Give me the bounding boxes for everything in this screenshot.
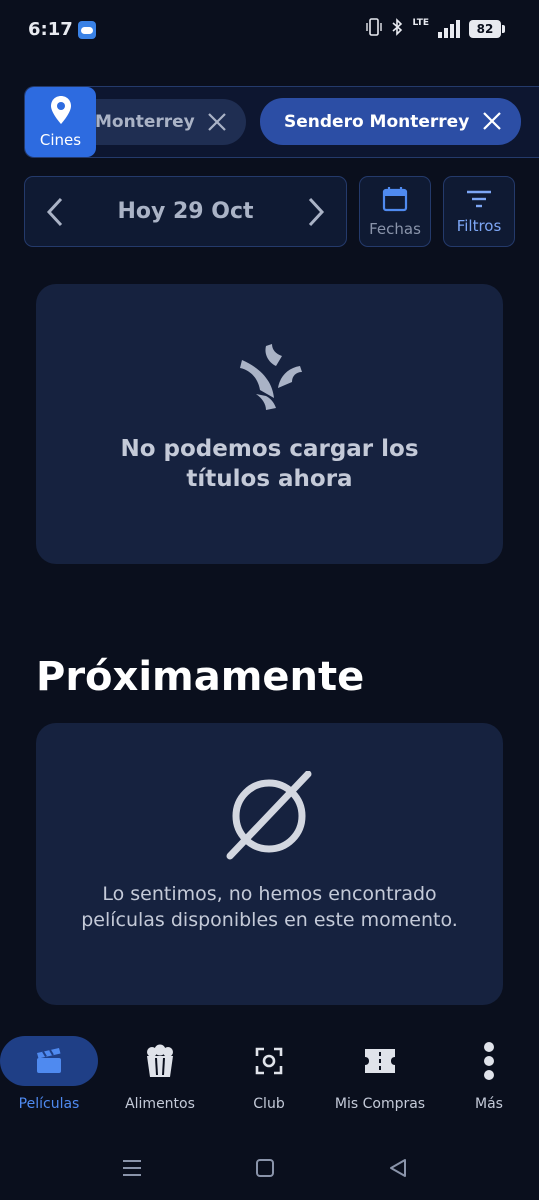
close-icon[interactable] bbox=[206, 111, 228, 133]
filters-button[interactable]: Filtros bbox=[443, 176, 515, 247]
nav-item-mas[interactable]: Más bbox=[440, 1030, 538, 1120]
nav-item-mis-compras[interactable]: Mis Compras bbox=[330, 1030, 430, 1120]
upcoming-empty-message: Lo sentimos, no hemos encontrado películ… bbox=[81, 883, 458, 931]
cinema-chip-sendero-monterrey[interactable]: Sendero Monterrey bbox=[260, 98, 521, 145]
more-vertical-icon bbox=[484, 1042, 494, 1080]
cinema-chip-label: Monterrey bbox=[95, 112, 195, 132]
signal-icon bbox=[438, 20, 460, 38]
bluetooth-icon bbox=[391, 18, 403, 40]
nav-icon-highlight bbox=[0, 1036, 98, 1086]
dates-button[interactable]: Fechas bbox=[359, 176, 431, 247]
nav-label: Mis Compras bbox=[334, 1096, 426, 1112]
nav-item-alimentos[interactable]: Alimentos bbox=[111, 1030, 209, 1120]
date-picker: Hoy 29 Oct bbox=[24, 176, 347, 247]
upcoming-section-title: Próximamente bbox=[36, 654, 365, 700]
cines-button[interactable]: Cines bbox=[25, 87, 96, 157]
titles-error-message: No podemos cargar los títulos ahora bbox=[120, 436, 419, 492]
status-bar: 6:17 LTE 82 bbox=[0, 0, 539, 60]
titles-error-card: No podemos cargar los títulos ahora bbox=[36, 284, 503, 564]
close-icon[interactable] bbox=[481, 110, 503, 132]
scan-icon bbox=[255, 1047, 283, 1075]
broken-connection-icon bbox=[240, 344, 302, 410]
nav-label: Películas bbox=[18, 1096, 80, 1112]
battery-level: 82 bbox=[476, 22, 494, 36]
date-label: Hoy 29 Oct bbox=[117, 199, 254, 224]
filters-button-label: Filtros bbox=[456, 216, 502, 235]
status-icons: LTE 82 bbox=[366, 18, 505, 40]
nav-label: Alimentos bbox=[125, 1096, 195, 1112]
popcorn-icon bbox=[147, 1044, 173, 1077]
home-icon[interactable] bbox=[253, 1156, 277, 1180]
nav-label: Más bbox=[475, 1096, 503, 1112]
nav-label: Club bbox=[253, 1096, 285, 1112]
dates-button-label: Fechas bbox=[369, 219, 421, 238]
chevron-right-icon[interactable] bbox=[302, 195, 330, 229]
system-navigation-bar bbox=[0, 1140, 539, 1200]
bottom-nav: Películas Alimentos Club Mis Compras Más bbox=[0, 1030, 539, 1120]
back-icon[interactable] bbox=[386, 1156, 410, 1180]
filter-icon bbox=[467, 190, 491, 207]
cinema-chip-label: Sendero Monterrey bbox=[284, 111, 470, 132]
nav-item-club[interactable]: Club bbox=[220, 1030, 318, 1120]
cines-button-label: Cines bbox=[39, 131, 82, 149]
location-pin-icon bbox=[50, 96, 71, 124]
recent-apps-icon[interactable] bbox=[120, 1156, 144, 1180]
upcoming-empty-card: Lo sentimos, no hemos encontrado películ… bbox=[36, 723, 503, 1005]
nav-item-peliculas[interactable]: Películas bbox=[0, 1030, 98, 1120]
empty-set-icon bbox=[226, 771, 312, 860]
calendar-icon bbox=[382, 186, 408, 211]
vibrate-icon bbox=[366, 18, 383, 40]
clapperboard-icon bbox=[37, 1048, 61, 1073]
battery-icon: 82 bbox=[469, 20, 505, 38]
ticket-icon bbox=[365, 1049, 395, 1073]
weather-icon bbox=[78, 21, 96, 39]
status-time: 6:17 bbox=[28, 19, 73, 40]
cinema-chip-monterrey[interactable]: Monterrey bbox=[70, 99, 246, 145]
network-type: LTE bbox=[412, 18, 429, 28]
